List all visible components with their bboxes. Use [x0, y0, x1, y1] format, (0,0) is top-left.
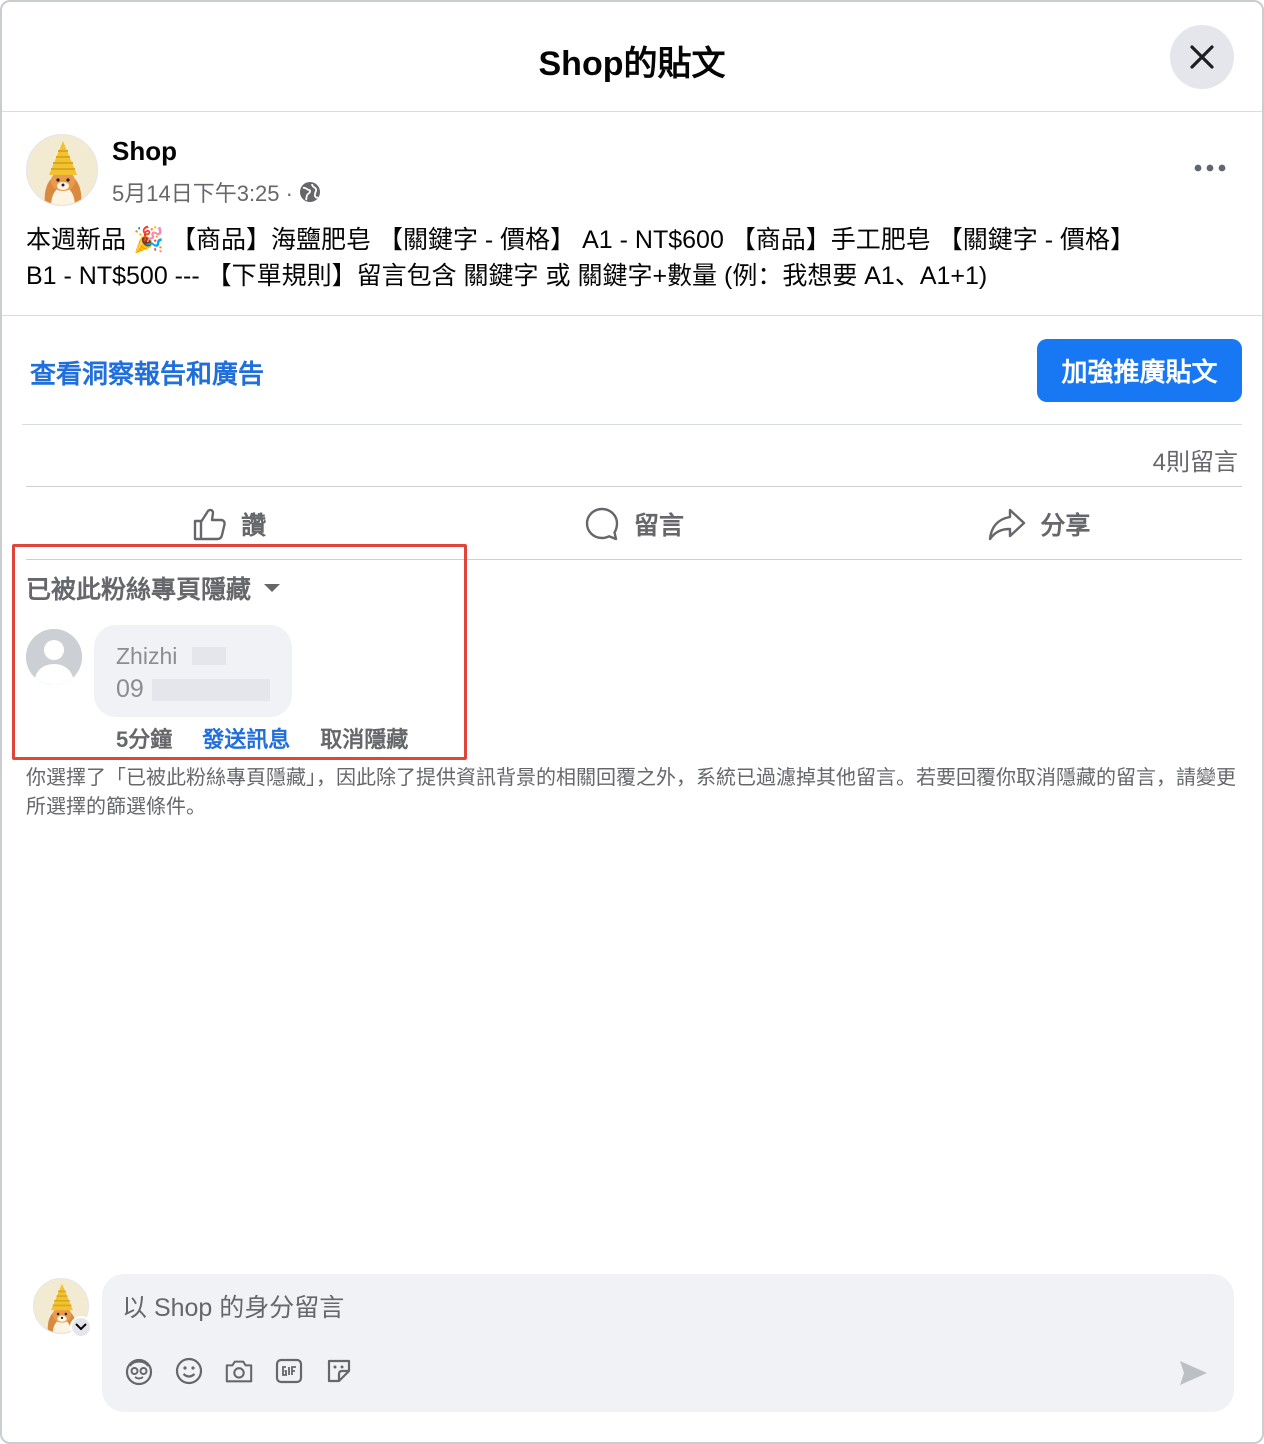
post-timestamp[interactable]: 5月14日下午3:25 · — [112, 176, 293, 208]
comment-input[interactable] — [122, 1288, 1202, 1328]
divider — [26, 486, 1242, 487]
comment-composer — [102, 1274, 1234, 1412]
comment-time[interactable]: 5分鐘 — [116, 722, 172, 754]
commenter-avatar[interactable] — [26, 629, 82, 685]
more-dots-icon — [1194, 164, 1226, 172]
sticker-icon — [327, 1359, 351, 1383]
post-dialog: Shop的貼文 Shop 5月14日下午3:25 · 本週新品 🎉 【商品】海鹽… — [0, 0, 1264, 1444]
camera-icon — [225, 1360, 253, 1383]
emoji-button[interactable] — [174, 1356, 204, 1386]
redaction-block — [152, 679, 270, 701]
shiba-avatar-image — [27, 135, 97, 205]
comment-text: 09 — [116, 675, 144, 703]
dialog-title: Shop的貼文 — [538, 45, 726, 83]
send-button[interactable] — [1176, 1356, 1210, 1390]
share-arrow-icon — [989, 508, 1026, 541]
gif-button[interactable] — [274, 1356, 304, 1386]
post-body-line-2: B1 - NT$500 --- 【下單規則】留言包含 關鍵字 或 關鍵字+數量 … — [26, 262, 988, 290]
close-button[interactable] — [1170, 25, 1234, 89]
close-icon — [1190, 45, 1214, 69]
photo-button[interactable] — [224, 1356, 254, 1386]
comment-bubble: Zhizhi 09 — [94, 625, 292, 717]
thumbs-up-icon — [193, 508, 226, 541]
comment-actions: 5分鐘 發送訊息 取消隱藏 — [116, 722, 408, 754]
globe-icon — [299, 182, 320, 202]
switch-identity-button[interactable] — [70, 1316, 92, 1338]
emoji-icon — [175, 1357, 203, 1385]
composer-tools — [124, 1356, 354, 1386]
caret-down-icon — [264, 584, 281, 592]
comment-label: 留言 — [633, 512, 684, 540]
post-body-line-1: 本週新品 🎉 【商品】海鹽肥皂 【關鍵字 - 價格】 A1 - NT$600 【… — [26, 226, 1135, 254]
avatar-sticker-button[interactable] — [124, 1356, 154, 1386]
boost-post-button[interactable]: 加強推廣貼文 — [1037, 339, 1242, 402]
dialog-header: Shop的貼文 — [2, 2, 1262, 112]
comment-filter-dropdown[interactable]: 已被此粉絲專頁隱藏 — [26, 570, 281, 606]
view-insights-link[interactable]: 查看洞察報告和廣告 — [30, 354, 264, 391]
share-label: 分享 — [1040, 512, 1091, 540]
page-avatar[interactable] — [26, 134, 98, 206]
comment-filter-label: 已被此粉絲專頁隱藏 — [26, 576, 252, 604]
post-meta: 5月14日下午3:25 · — [112, 176, 321, 208]
sticker-button[interactable] — [324, 1356, 354, 1386]
share-button[interactable]: 分享 — [837, 492, 1242, 556]
comment-bubble-icon — [585, 507, 619, 541]
avatar-sticker-icon — [125, 1358, 153, 1386]
redaction-block — [192, 647, 226, 665]
post-body: 本週新品 🎉 【商品】海鹽肥皂 【關鍵字 - 價格】 A1 - NT$600 【… — [26, 222, 1246, 294]
send-message-link[interactable]: 發送訊息 — [202, 722, 290, 754]
comment-count[interactable]: 4則留言 — [1153, 442, 1238, 477]
divider — [2, 315, 1262, 316]
post-author[interactable]: Shop — [112, 136, 177, 167]
filter-notice: 你選擇了「已被此粉絲專頁隱藏」，因此除了提供資訊背景的相關回覆之外，系統已過濾掉… — [26, 767, 1236, 818]
gif-icon — [275, 1358, 303, 1384]
comment-button[interactable]: 留言 — [431, 492, 836, 556]
divider — [22, 424, 1242, 425]
unhide-link[interactable]: 取消隱藏 — [320, 722, 408, 754]
chevron-down-icon — [75, 1323, 87, 1331]
like-label: 讚 — [241, 512, 267, 540]
default-user-icon — [26, 629, 82, 685]
send-icon — [1180, 1361, 1207, 1385]
commenter-name[interactable]: Zhizhi — [116, 643, 177, 670]
more-options-button[interactable] — [1178, 148, 1242, 188]
